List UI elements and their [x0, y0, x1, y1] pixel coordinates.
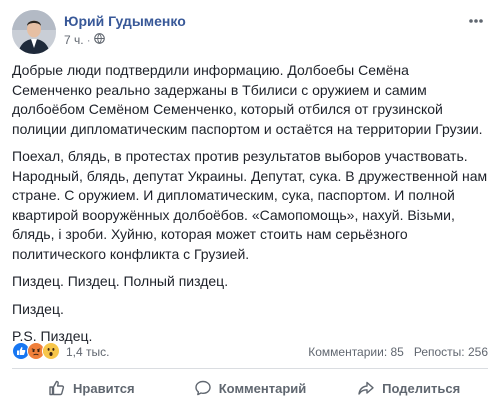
meta-separator: ·	[86, 33, 91, 47]
globe-icon[interactable]	[93, 33, 105, 47]
author-avatar[interactable]	[12, 10, 56, 54]
post-paragraph: Поехал, блядь, в протестах против резуль…	[12, 148, 488, 262]
reaction-count[interactable]: 1,4 тыс.	[66, 345, 109, 359]
reactions-bar: 1,4 тыс. Комментарии: 85 Репосты: 256	[12, 341, 488, 363]
post-header: Юрий Гудыменко 7 ч. ·	[12, 10, 488, 56]
share-icon	[357, 379, 375, 397]
share-label: Поделиться	[382, 380, 461, 396]
comments-count[interactable]: Комментарии: 85	[308, 345, 404, 359]
thumbs-up-icon	[48, 379, 66, 397]
like-label: Нравится	[73, 380, 135, 396]
actions-divider	[12, 368, 488, 369]
post-time[interactable]: 7 ч.	[64, 33, 84, 47]
comment-label: Комментарий	[218, 380, 307, 396]
post-text: Добрые люди подтвердили информацию. Долб…	[12, 61, 488, 355]
post-paragraph: Пиздец. Пиздец. Полный пиздец.	[12, 273, 229, 289]
reposts-count[interactable]: Репосты: 256	[414, 345, 488, 359]
more-options-icon[interactable]	[466, 14, 486, 28]
reaction-icons[interactable]	[12, 342, 60, 360]
share-button[interactable]: Поделиться	[329, 372, 488, 404]
comment-icon	[194, 379, 212, 397]
like-button[interactable]: Нравится	[12, 372, 171, 404]
comment-button[interactable]: Комментарий	[171, 372, 330, 404]
author-name[interactable]: Юрий Гудыменко	[64, 13, 186, 29]
post-meta: 7 ч. ·	[64, 33, 105, 47]
post-paragraph: Пиздец.	[12, 300, 64, 317]
post-actions: Нравится Комментарий Поделиться	[12, 372, 488, 404]
post-stats: Комментарии: 85 Репосты: 256	[308, 345, 488, 359]
wow-reaction-icon	[42, 342, 60, 360]
post-paragraph: Добрые люди подтвердили информацию. Долб…	[12, 62, 483, 137]
facebook-post: Юрий Гудыменко 7 ч. · Добрые люди подтве…	[0, 0, 500, 409]
